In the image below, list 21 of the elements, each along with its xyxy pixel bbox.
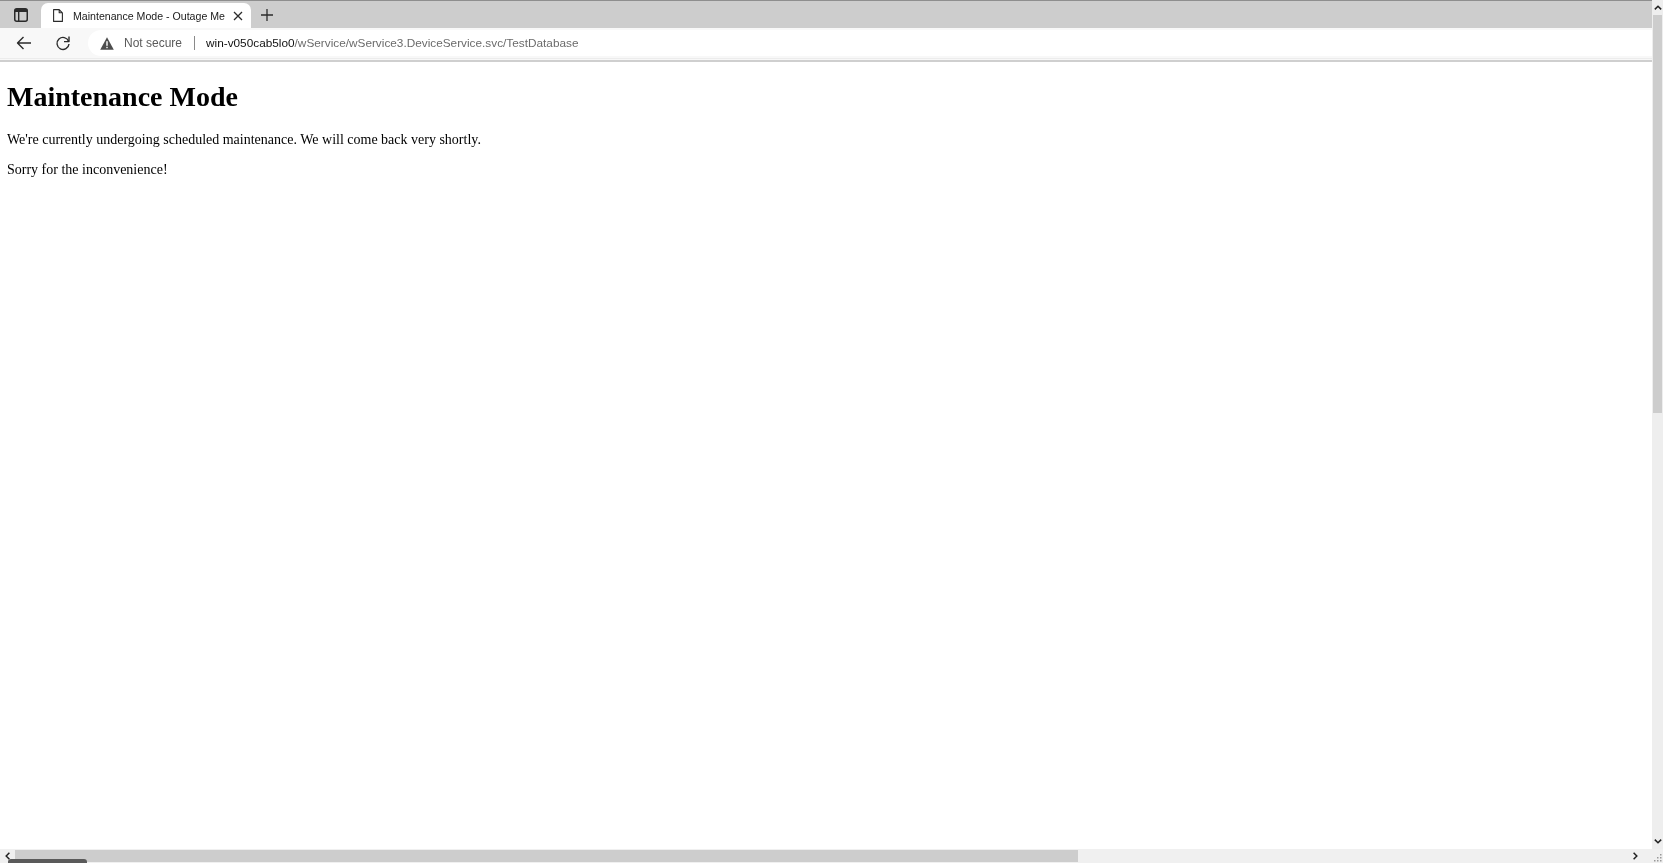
back-arrow-icon[interactable] [16,36,32,50]
chevron-up-icon[interactable] [1653,5,1662,10]
scrollbar-thumb[interactable] [15,850,1078,862]
site-info-button[interactable]: Not secure [100,36,183,50]
warning-icon [100,36,114,50]
reload-icon[interactable] [55,35,71,51]
page-heading: Maintenance Mode [7,81,239,113]
page-paragraph: We're currently undergoing scheduled maintenance. We will come back very shortly. [7,132,482,148]
plus-icon[interactable] [261,8,273,21]
close-icon[interactable] [233,10,243,21]
resize-grip-icon[interactable] [1654,854,1662,862]
sidebar-icon[interactable] [13,7,28,22]
chevron-left-icon[interactable] [5,852,10,860]
address-bar[interactable]: Not secure win-v050cab5lo0/wService/wService3.DeviceService.svc/TestDatabase [88,30,1652,56]
scrollbar-thumb[interactable] [1653,15,1662,413]
browser-tab[interactable]: Maintenance Mode - Outage Me [41,3,251,28]
chevron-down-icon[interactable] [1653,839,1662,844]
url-text[interactable]: win-v050cab5lo0/wService/wService3.DeviceService.svc/TestDatabase [206,36,579,50]
page-icon [53,9,63,22]
chevron-right-icon[interactable] [1633,852,1638,860]
page-paragraph: Sorry for the inconvenience! [7,162,169,178]
